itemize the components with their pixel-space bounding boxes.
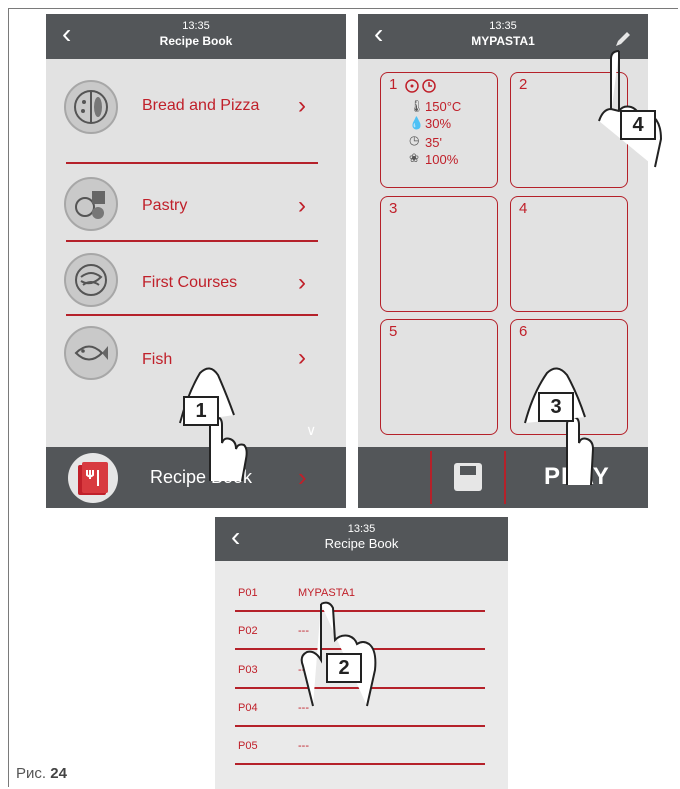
chevron-right-icon: › bbox=[298, 344, 306, 371]
step-badge: 3 bbox=[538, 392, 574, 422]
pastry-icon bbox=[64, 177, 118, 231]
header-bar: ‹ 13:35 Recipe Book bbox=[215, 517, 508, 561]
phase-number: 5 bbox=[389, 323, 398, 340]
page-title: Recipe Book bbox=[159, 34, 233, 48]
phase-number: 3 bbox=[389, 200, 398, 217]
divider bbox=[504, 451, 506, 504]
clock: 13:35 bbox=[182, 20, 210, 32]
phase-number: 6 bbox=[519, 323, 528, 340]
category-row-bread-pizza[interactable]: Bread and Pizza › bbox=[46, 72, 346, 142]
step-badge: 4 bbox=[620, 110, 656, 140]
caption-number: 24 bbox=[50, 765, 67, 782]
fish-icon bbox=[64, 326, 118, 380]
clock-icon: ◷ bbox=[409, 133, 420, 147]
clock: 13:35 bbox=[347, 523, 376, 535]
category-row-first-courses[interactable]: First Courses › bbox=[46, 247, 346, 317]
category-label: Bread and Pizza bbox=[142, 97, 260, 114]
divider bbox=[66, 314, 318, 316]
time-value: 35' bbox=[425, 135, 442, 150]
category-row-pastry[interactable]: Pastry › bbox=[46, 171, 346, 241]
footer-bar: PLAY bbox=[358, 447, 648, 508]
divider bbox=[66, 240, 318, 242]
phase-cell[interactable]: 5 bbox=[380, 319, 498, 435]
bread-pizza-icon bbox=[64, 80, 118, 134]
clock: 13:35 bbox=[489, 20, 517, 32]
divider bbox=[66, 162, 318, 164]
scroll-down-icon[interactable]: ∨ bbox=[306, 422, 316, 439]
phase-cell[interactable]: 1 🌡 150°C 💧 30% ◷ 35' ❀ 100% bbox=[380, 72, 498, 188]
fan-icon: ❀ bbox=[409, 151, 420, 165]
humidity-value: 30% bbox=[425, 116, 452, 131]
program-name: MYPASTA1 bbox=[298, 587, 356, 599]
program-code: P03 bbox=[238, 664, 258, 676]
program-code: P05 bbox=[238, 740, 258, 752]
divider bbox=[235, 763, 485, 765]
chevron-right-icon: › bbox=[298, 269, 306, 296]
pointing-hand-icon bbox=[598, 50, 663, 168]
program-code: P01 bbox=[238, 587, 258, 599]
page-title: Recipe Book bbox=[324, 536, 399, 551]
program-name: --- bbox=[298, 740, 309, 752]
caption-prefix: Рис. bbox=[16, 765, 47, 782]
category-label: First Courses bbox=[142, 274, 238, 291]
header-bar: ‹ 13:35 Recipe Book bbox=[46, 14, 346, 59]
figure-caption: Рис. 24 bbox=[16, 765, 67, 782]
phase-number: 1 bbox=[389, 76, 398, 93]
divider bbox=[235, 725, 485, 727]
category-label: Pastry bbox=[142, 197, 188, 214]
chevron-right-icon[interactable]: › bbox=[298, 462, 307, 493]
phase-cell[interactable]: 4 bbox=[510, 196, 628, 312]
pencil-edit-icon[interactable] bbox=[614, 30, 632, 48]
recipe-book-icon bbox=[68, 453, 118, 503]
fan-value: 100% bbox=[425, 152, 459, 167]
phase-cell[interactable]: 3 bbox=[380, 196, 498, 312]
program-code: P02 bbox=[238, 625, 258, 637]
phase-number: 2 bbox=[519, 76, 528, 93]
recipe-title: MYPASTA1 bbox=[471, 34, 535, 48]
thermometer-icon: 🌡 bbox=[409, 99, 425, 113]
chevron-right-icon: › bbox=[298, 192, 306, 219]
humidity-icon: 💧 bbox=[409, 116, 424, 130]
pointing-hand-icon bbox=[524, 367, 595, 486]
step-badge: 1 bbox=[183, 396, 219, 426]
chevron-right-icon: › bbox=[298, 92, 306, 119]
temperature-value: 150°C bbox=[425, 99, 462, 114]
step-badge: 2 bbox=[326, 653, 362, 683]
fan-clock-icon bbox=[405, 79, 436, 93]
divider bbox=[430, 451, 432, 504]
save-icon[interactable] bbox=[454, 463, 482, 491]
pasta-bowl-icon bbox=[64, 253, 118, 307]
program-code: P04 bbox=[238, 702, 258, 714]
program-row[interactable]: P05 --- bbox=[215, 731, 508, 766]
phase-number: 4 bbox=[519, 200, 528, 217]
